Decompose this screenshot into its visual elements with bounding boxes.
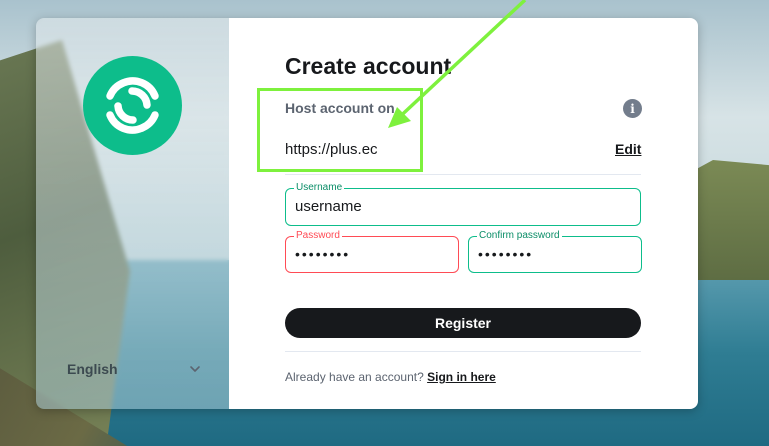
confirm-password-value: •••••••• bbox=[478, 246, 534, 262]
confirm-password-label: Confirm password bbox=[477, 230, 562, 242]
language-selector[interactable]: English bbox=[67, 359, 201, 379]
edit-homeserver-link[interactable]: Edit bbox=[615, 141, 641, 157]
password-label: Password bbox=[294, 230, 342, 242]
registration-form: Create account Host account on i https:/… bbox=[229, 18, 698, 409]
element-logo-icon bbox=[83, 56, 182, 155]
auth-card: English Create account Host account on i… bbox=[36, 18, 698, 409]
username-field[interactable]: Username username bbox=[285, 182, 641, 226]
divider bbox=[285, 351, 641, 352]
signin-link[interactable]: Sign in here bbox=[427, 370, 496, 384]
signin-prompt: Already have an account? Sign in here bbox=[285, 370, 496, 384]
auth-sidebar: English bbox=[36, 18, 229, 409]
username-value: username bbox=[295, 198, 362, 215]
password-value: •••••••• bbox=[295, 246, 351, 262]
username-label: Username bbox=[294, 182, 345, 194]
signin-prompt-text: Already have an account? bbox=[285, 370, 424, 384]
password-field[interactable]: Password •••••••• bbox=[285, 230, 459, 273]
info-icon[interactable]: i bbox=[623, 99, 642, 118]
language-label: English bbox=[67, 361, 118, 377]
annotation-highlight-box bbox=[257, 88, 423, 172]
chevron-down-icon bbox=[190, 366, 200, 372]
register-button[interactable]: Register bbox=[285, 308, 641, 338]
divider bbox=[285, 174, 641, 175]
page-title: Create account bbox=[285, 53, 452, 79]
confirm-password-field[interactable]: Confirm password •••••••• bbox=[468, 230, 642, 273]
